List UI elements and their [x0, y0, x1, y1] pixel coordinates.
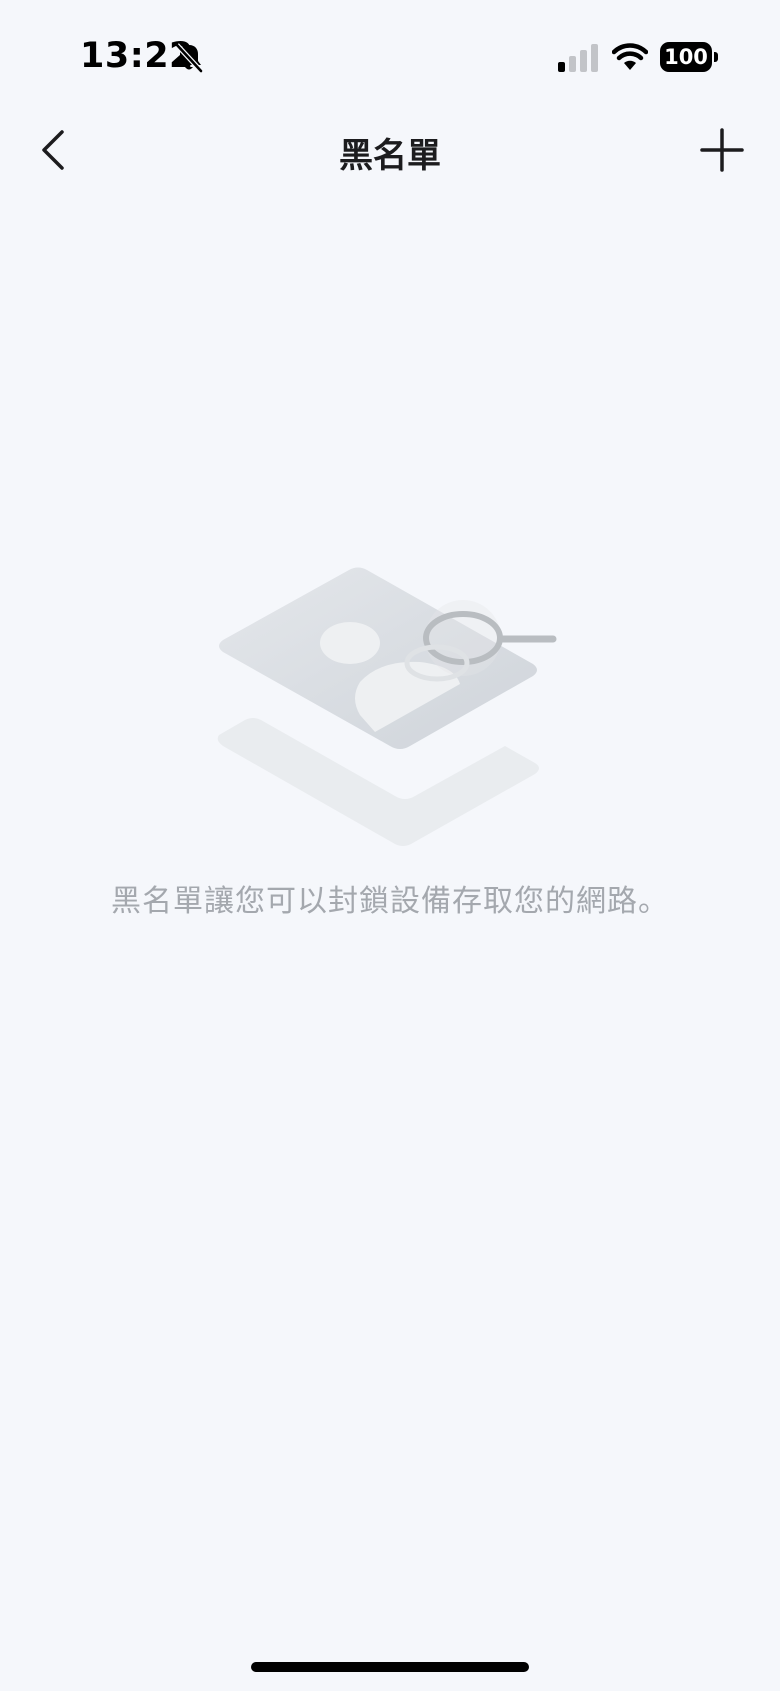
bell-off-icon — [175, 43, 203, 73]
battery-tip — [714, 52, 718, 62]
blacklist-screen: 13:22 100 黑名單 黑名單讓您可以封鎖設備存取您的網路。 — [0, 0, 780, 1691]
signal-icon — [558, 44, 598, 72]
battery-level: 100 — [660, 42, 712, 72]
wifi-icon — [612, 43, 648, 70]
empty-state-message: 黑名單讓您可以封鎖設備存取您的網路。 — [111, 884, 669, 919]
home-indicator[interactable] — [251, 1662, 529, 1672]
navigation-bar: 黑名單 — [0, 110, 780, 190]
empty-blacklist-illustration — [217, 567, 557, 846]
status-bar: 13:22 100 — [0, 0, 780, 110]
plus-icon[interactable] — [700, 128, 744, 172]
page-title: 黑名單 — [339, 136, 441, 176]
battery-icon: 100 — [660, 42, 718, 72]
